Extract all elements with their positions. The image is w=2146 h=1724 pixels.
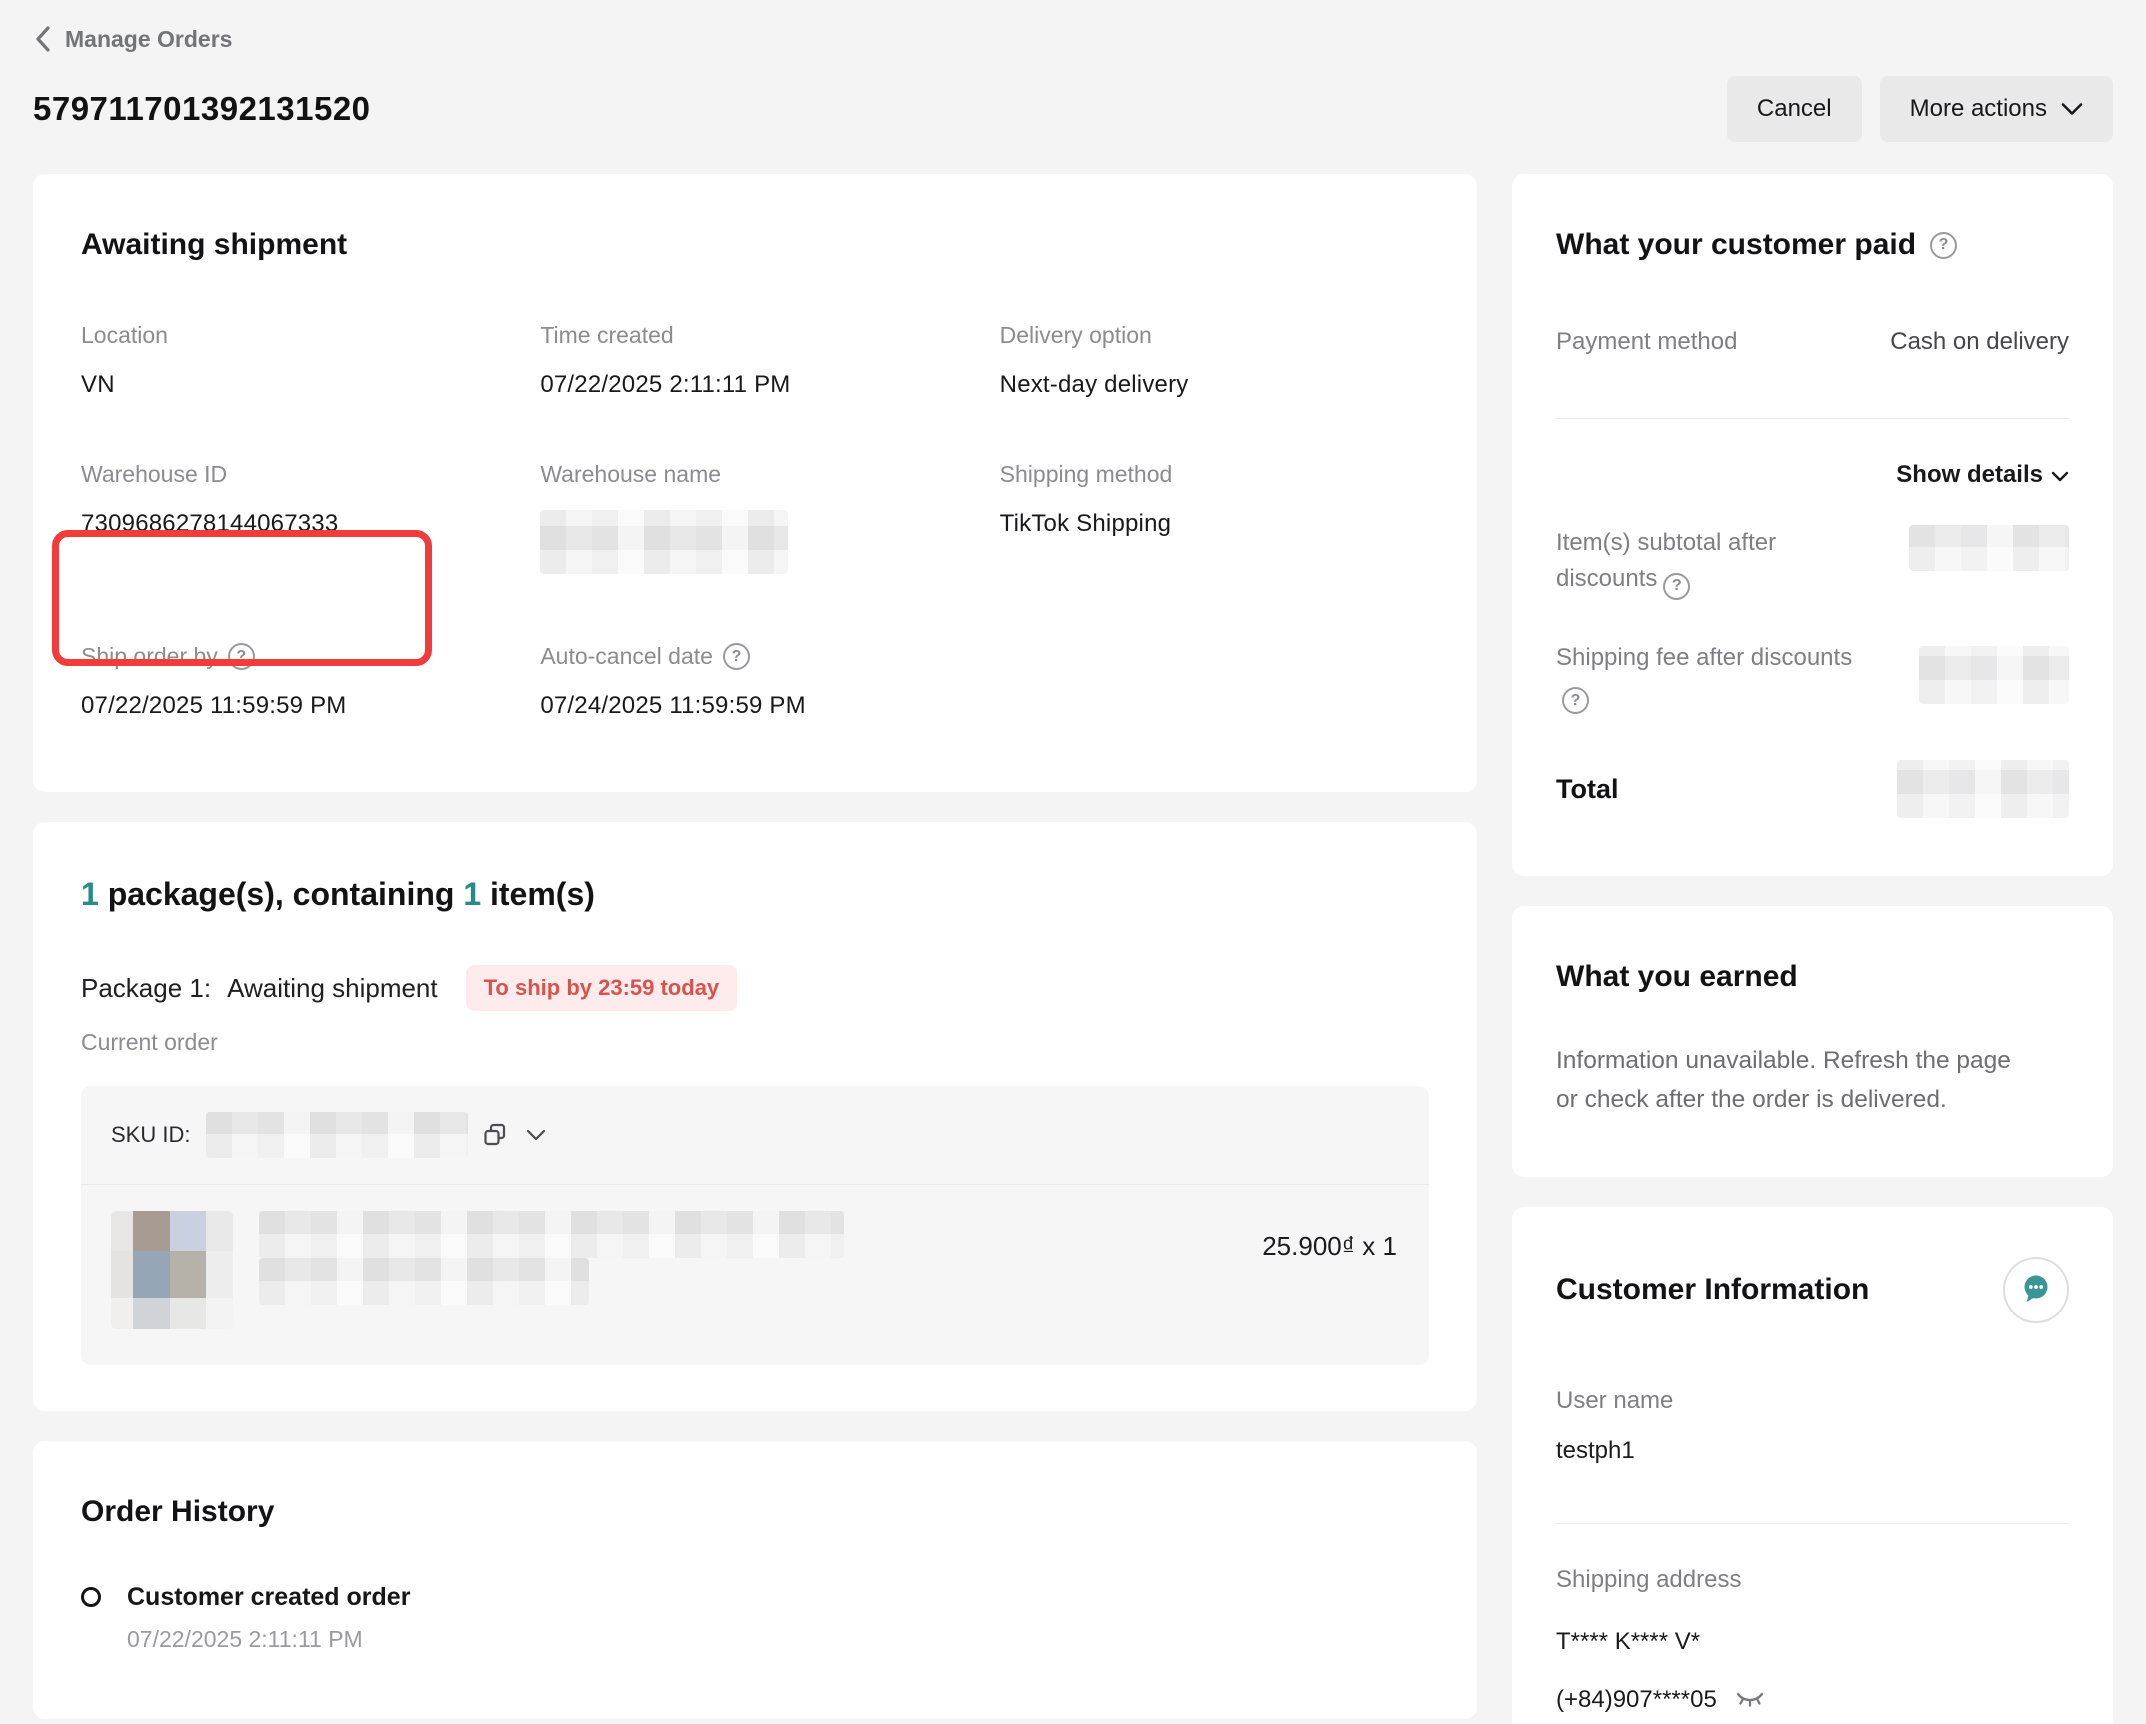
cancel-button[interactable]: Cancel [1727, 76, 1862, 142]
eye-closed-icon[interactable] [1731, 1687, 1769, 1713]
shipment-status-title: Awaiting shipment [81, 228, 1429, 262]
sku-header: SKU ID: [81, 1086, 1429, 1185]
help-icon[interactable]: ? [228, 643, 255, 670]
more-actions-button[interactable]: More actions [1880, 76, 2113, 142]
order-detail-page: Manage Orders 579711701392131520 Cancel … [0, 0, 2146, 1724]
field-warehouse-name: Warehouse name [540, 461, 969, 581]
redacted-shipping-fee-amount [1919, 646, 2069, 704]
customer-paid-card: What your customer paid ? Payment method… [1512, 174, 2113, 876]
customer-info-title: Customer Information [1556, 1273, 1869, 1307]
earned-card: What you earned Information unavailable.… [1512, 906, 2113, 1177]
redacted-product-name [259, 1211, 844, 1305]
product-row: 25.900₫ x 1 [81, 1185, 1429, 1365]
product-block: SKU ID: [81, 1086, 1429, 1365]
order-history-title: Order History [81, 1495, 1429, 1529]
order-header: 579711701392131520 Cancel More actions [33, 76, 2113, 142]
divider [1556, 418, 2069, 419]
packages-card: 1 package(s), containing 1 item(s) Packa… [33, 822, 1477, 1411]
subtotal-row: Item(s) subtotal after discounts? [1556, 525, 2069, 600]
shipping-fee-row: Shipping fee after discounts? [1556, 640, 2069, 715]
username-value: testph1 [1556, 1437, 2069, 1465]
order-type-label: Current order [81, 1029, 1429, 1056]
chevron-down-icon [2051, 461, 2069, 489]
field-time-created: Time created 07/22/2025 2:11:11 PM [540, 322, 969, 399]
packages-title: 1 package(s), containing 1 item(s) [81, 876, 1429, 913]
item-price-qty: 25.900₫ x 1 [1262, 1231, 1397, 1262]
help-icon[interactable]: ? [1663, 573, 1690, 600]
payment-method-value: Cash on delivery [1890, 328, 2069, 356]
field-auto-cancel-date: Auto-cancel date ? 07/24/2025 11:59:59 P… [540, 643, 969, 720]
earned-title: What you earned [1556, 960, 2069, 994]
copy-icon[interactable] [478, 1118, 512, 1152]
divider [1556, 1523, 2069, 1524]
history-event: Customer created order 07/22/2025 2:11:1… [81, 1583, 1429, 1653]
redacted-warehouse-name [540, 510, 788, 574]
shipment-status-card: Awaiting shipment Location VN Time creat… [33, 174, 1477, 792]
sku-label: SKU ID: [111, 1122, 190, 1148]
redacted-sku-id [206, 1112, 468, 1158]
chat-bubble-icon [2016, 1269, 2056, 1312]
phone-masked: (+84)907****05 [1556, 1686, 1717, 1714]
product-thumbnail-redacted [111, 1211, 233, 1329]
redacted-total-amount [1897, 760, 2069, 818]
help-icon[interactable]: ? [1562, 687, 1589, 714]
package-status-row: Package 1: Awaiting shipment To ship by … [81, 965, 1429, 1011]
field-shipping-method: Shipping method TikTok Shipping [1000, 461, 1429, 581]
help-icon[interactable]: ? [723, 643, 750, 670]
chevron-down-icon[interactable] [522, 1125, 550, 1145]
username-label: User name [1556, 1387, 2069, 1415]
chevron-left-icon [33, 24, 53, 54]
shipping-address-label: Shipping address [1556, 1566, 2069, 1594]
field-ship-order-by: Ship order by ? 07/22/2025 11:59:59 PM [81, 643, 510, 720]
field-delivery-option: Delivery option Next-day delivery [1000, 322, 1429, 399]
customer-info-card: Customer Information [1512, 1207, 2113, 1724]
help-icon[interactable]: ? [1930, 232, 1957, 259]
chevron-down-icon [2061, 95, 2083, 123]
field-location: Location VN [81, 322, 510, 399]
show-details-toggle[interactable]: Show details [1556, 461, 2069, 489]
page-title: 579711701392131520 [33, 90, 371, 128]
chat-button[interactable] [2003, 1257, 2069, 1323]
back-label: Manage Orders [65, 26, 232, 53]
package-label: Package 1: [81, 973, 211, 1004]
total-row: Total [1556, 760, 2069, 818]
timeline-dot-icon [81, 1587, 101, 1607]
recipient-name-masked: T**** K**** V* [1556, 1628, 2069, 1656]
ship-deadline-badge: To ship by 23:59 today [466, 965, 738, 1011]
back-link[interactable]: Manage Orders [33, 24, 232, 54]
earned-message: Information unavailable. Refresh the pag… [1556, 1042, 2036, 1119]
payment-method-row: Payment method Cash on delivery [1556, 328, 2069, 356]
package-status: Awaiting shipment [227, 973, 438, 1004]
redacted-subtotal-amount [1909, 525, 2069, 571]
order-history-card: Order History Customer created order 07/… [33, 1441, 1477, 1719]
customer-paid-title: What your customer paid [1556, 228, 1916, 262]
field-warehouse-id: Warehouse ID 7309686278144067333 [81, 461, 510, 581]
